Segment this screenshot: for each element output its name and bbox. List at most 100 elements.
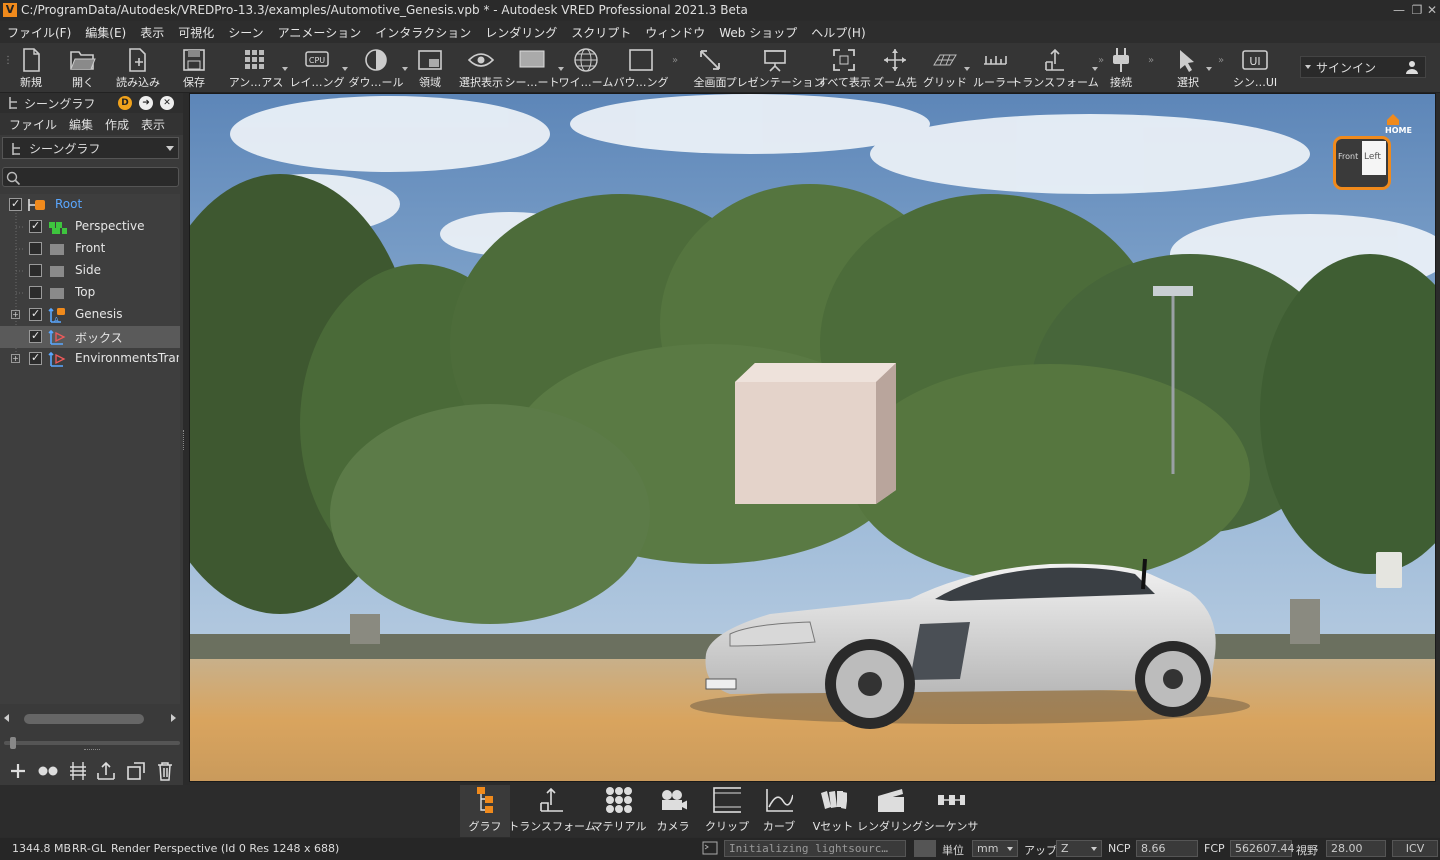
viewcube-face-front[interactable]: Front	[1338, 152, 1358, 161]
group-nodes-icon[interactable]	[37, 762, 59, 780]
save-button[interactable]: 保存	[178, 45, 210, 91]
new-button[interactable]: 新規	[14, 45, 48, 91]
fcp-input[interactable]: 562607.44	[1230, 840, 1295, 857]
select-button[interactable]: 選択	[1170, 45, 1212, 91]
dropdown-arrow-icon[interactable]	[1206, 67, 1212, 71]
panel-splitter-handle[interactable]	[183, 430, 187, 450]
scroll-right-icon[interactable]	[171, 714, 176, 722]
tree-row-genesis[interactable]: + A Genesis	[0, 304, 180, 326]
region-button[interactable]: 領域	[416, 45, 444, 91]
scenegraph-view-select[interactable]: シーングラフ	[2, 137, 179, 159]
menu-visualization[interactable]: 可視化	[171, 24, 221, 41]
downscale-button[interactable]: ダウ…ール	[349, 45, 408, 91]
visibility-checkbox[interactable]	[29, 307, 42, 321]
ncp-input[interactable]: 8.66	[1136, 840, 1198, 857]
menu-rendering[interactable]: レンダリング	[478, 24, 564, 41]
module-material-button[interactable]: マテリアル	[592, 785, 646, 837]
ruler-button[interactable]: ルーラー	[973, 45, 1017, 91]
visibility-checkbox[interactable]	[29, 264, 42, 277]
scene-button[interactable]: シー…ート	[505, 45, 564, 91]
visibility-checkbox[interactable]	[29, 351, 42, 365]
visibility-checkbox[interactable]	[29, 242, 42, 255]
viewcube-body[interactable]: Front Left	[1333, 136, 1391, 190]
render-viewport[interactable]: HOME Front Left	[189, 93, 1436, 782]
menu-window[interactable]: ウィンドウ	[638, 24, 712, 41]
home-icon[interactable]	[1386, 113, 1400, 125]
dropdown-arrow-icon[interactable]	[964, 67, 970, 71]
slider-handle[interactable]	[10, 737, 16, 749]
unit-select[interactable]: mm	[972, 840, 1018, 857]
dropdown-arrow-icon[interactable]	[1092, 67, 1098, 71]
tree-row-side[interactable]: Side	[0, 260, 180, 282]
menu-script[interactable]: スクリプト	[564, 24, 638, 41]
bounding-box-button[interactable]: バウ…ング	[614, 45, 669, 91]
scenegraph-search-input[interactable]	[2, 167, 179, 187]
panel-close-icon[interactable]: ✕	[160, 96, 174, 110]
expand-plus-icon[interactable]: +	[11, 310, 20, 319]
module-camera-button[interactable]: カメラ	[652, 785, 694, 837]
tree-row-box-selected[interactable]: ボックス	[0, 326, 180, 348]
menu-animation[interactable]: アニメーション	[271, 24, 369, 41]
scenegraph-menu-file[interactable]: ファイル	[0, 116, 63, 133]
tree-row-top[interactable]: Top	[0, 282, 180, 304]
viewcube-face-left[interactable]: Left	[1364, 152, 1381, 162]
menu-help[interactable]: ヘルプ(H)	[804, 24, 872, 41]
module-clip-button[interactable]: クリップ	[705, 785, 749, 837]
module-vset-button[interactable]: Vセット	[812, 785, 854, 837]
tree-row-environments[interactable]: + EnvironmentsTransf	[0, 348, 180, 370]
scenegraph-menu-create[interactable]: 作成	[99, 116, 135, 133]
log-message-field[interactable]: Initializing lightsourc…	[724, 840, 906, 857]
menu-webshop[interactable]: Web ショップ	[712, 24, 804, 41]
antialias-button[interactable]: アン…アス	[229, 45, 288, 91]
menu-interaction[interactable]: インタラクション	[368, 24, 478, 41]
fov-input[interactable]: 28.00	[1326, 840, 1386, 857]
show-all-button[interactable]: すべて表示	[817, 45, 871, 91]
scenegraph-menu-view[interactable]: 表示	[135, 116, 171, 133]
arrow-right-icon[interactable]: ➜	[139, 96, 153, 110]
scroll-left-icon[interactable]	[4, 714, 9, 722]
module-transform-button[interactable]: トランスフォーム	[508, 785, 596, 837]
scenegraph-horizontal-scrollbar[interactable]	[2, 712, 180, 726]
scenegraph-menu-edit[interactable]: 編集	[63, 116, 99, 133]
module-sequencer-button[interactable]: シーケンサ	[924, 785, 978, 837]
dropdown-arrow-icon[interactable]	[282, 67, 288, 71]
move-node-icon[interactable]	[96, 761, 116, 781]
expand-plus-icon[interactable]: +	[11, 354, 20, 363]
import-button[interactable]: 読み込み	[114, 45, 162, 91]
menu-file[interactable]: ファイル(F)	[0, 24, 78, 41]
scrollbar-thumb[interactable]	[24, 714, 144, 724]
view-cube[interactable]: HOME Front Left	[1330, 114, 1412, 198]
raytracing-button[interactable]: CPU レイ…ング	[290, 45, 348, 91]
align-nodes-icon[interactable]	[69, 761, 87, 781]
log-toggle-button[interactable]	[914, 840, 936, 857]
visibility-checkbox[interactable]	[29, 329, 42, 343]
menu-view[interactable]: 表示	[133, 24, 171, 41]
menu-edit[interactable]: 編集(E)	[78, 24, 133, 41]
selection-display-button[interactable]: 選択表示	[456, 45, 506, 91]
icv-button[interactable]: ICV	[1392, 840, 1438, 857]
terminal-icon[interactable]	[702, 841, 718, 855]
grid-button[interactable]: グリッド	[923, 45, 970, 91]
wireframe-button[interactable]: ワイ…ーム	[559, 45, 613, 91]
add-node-icon[interactable]	[9, 762, 27, 780]
icon-size-slider[interactable]	[4, 737, 180, 749]
fullscreen-button[interactable]: 全画面	[690, 45, 730, 91]
module-graph-button[interactable]: グラフ	[460, 785, 510, 837]
tree-row-perspective[interactable]: Perspective	[0, 216, 180, 238]
menu-scene[interactable]: シーン	[221, 24, 270, 41]
connect-button[interactable]: 接続	[1108, 45, 1134, 91]
zoom-to-button[interactable]: ズーム先	[873, 45, 917, 91]
transform-tool-button[interactable]: トランスフォーム	[1011, 45, 1099, 91]
simple-ui-button[interactable]: UI シン…UI	[1232, 45, 1278, 91]
tree-row-root[interactable]: Root	[0, 194, 180, 216]
visibility-checkbox[interactable]	[9, 197, 22, 211]
clone-node-icon[interactable]	[126, 761, 146, 781]
module-curve-button[interactable]: カーブ	[758, 785, 800, 837]
presentation-button[interactable]: プレゼンテーション	[726, 45, 824, 91]
module-rendering-button[interactable]: レンダリング	[857, 785, 923, 837]
sign-in-dropdown[interactable]: サインイン	[1300, 56, 1426, 78]
delete-node-icon[interactable]	[156, 761, 174, 781]
resize-grip-icon[interactable]	[84, 749, 100, 752]
panel-dock-badge[interactable]: D	[118, 96, 132, 110]
close-button[interactable]: ✕	[1424, 0, 1440, 20]
